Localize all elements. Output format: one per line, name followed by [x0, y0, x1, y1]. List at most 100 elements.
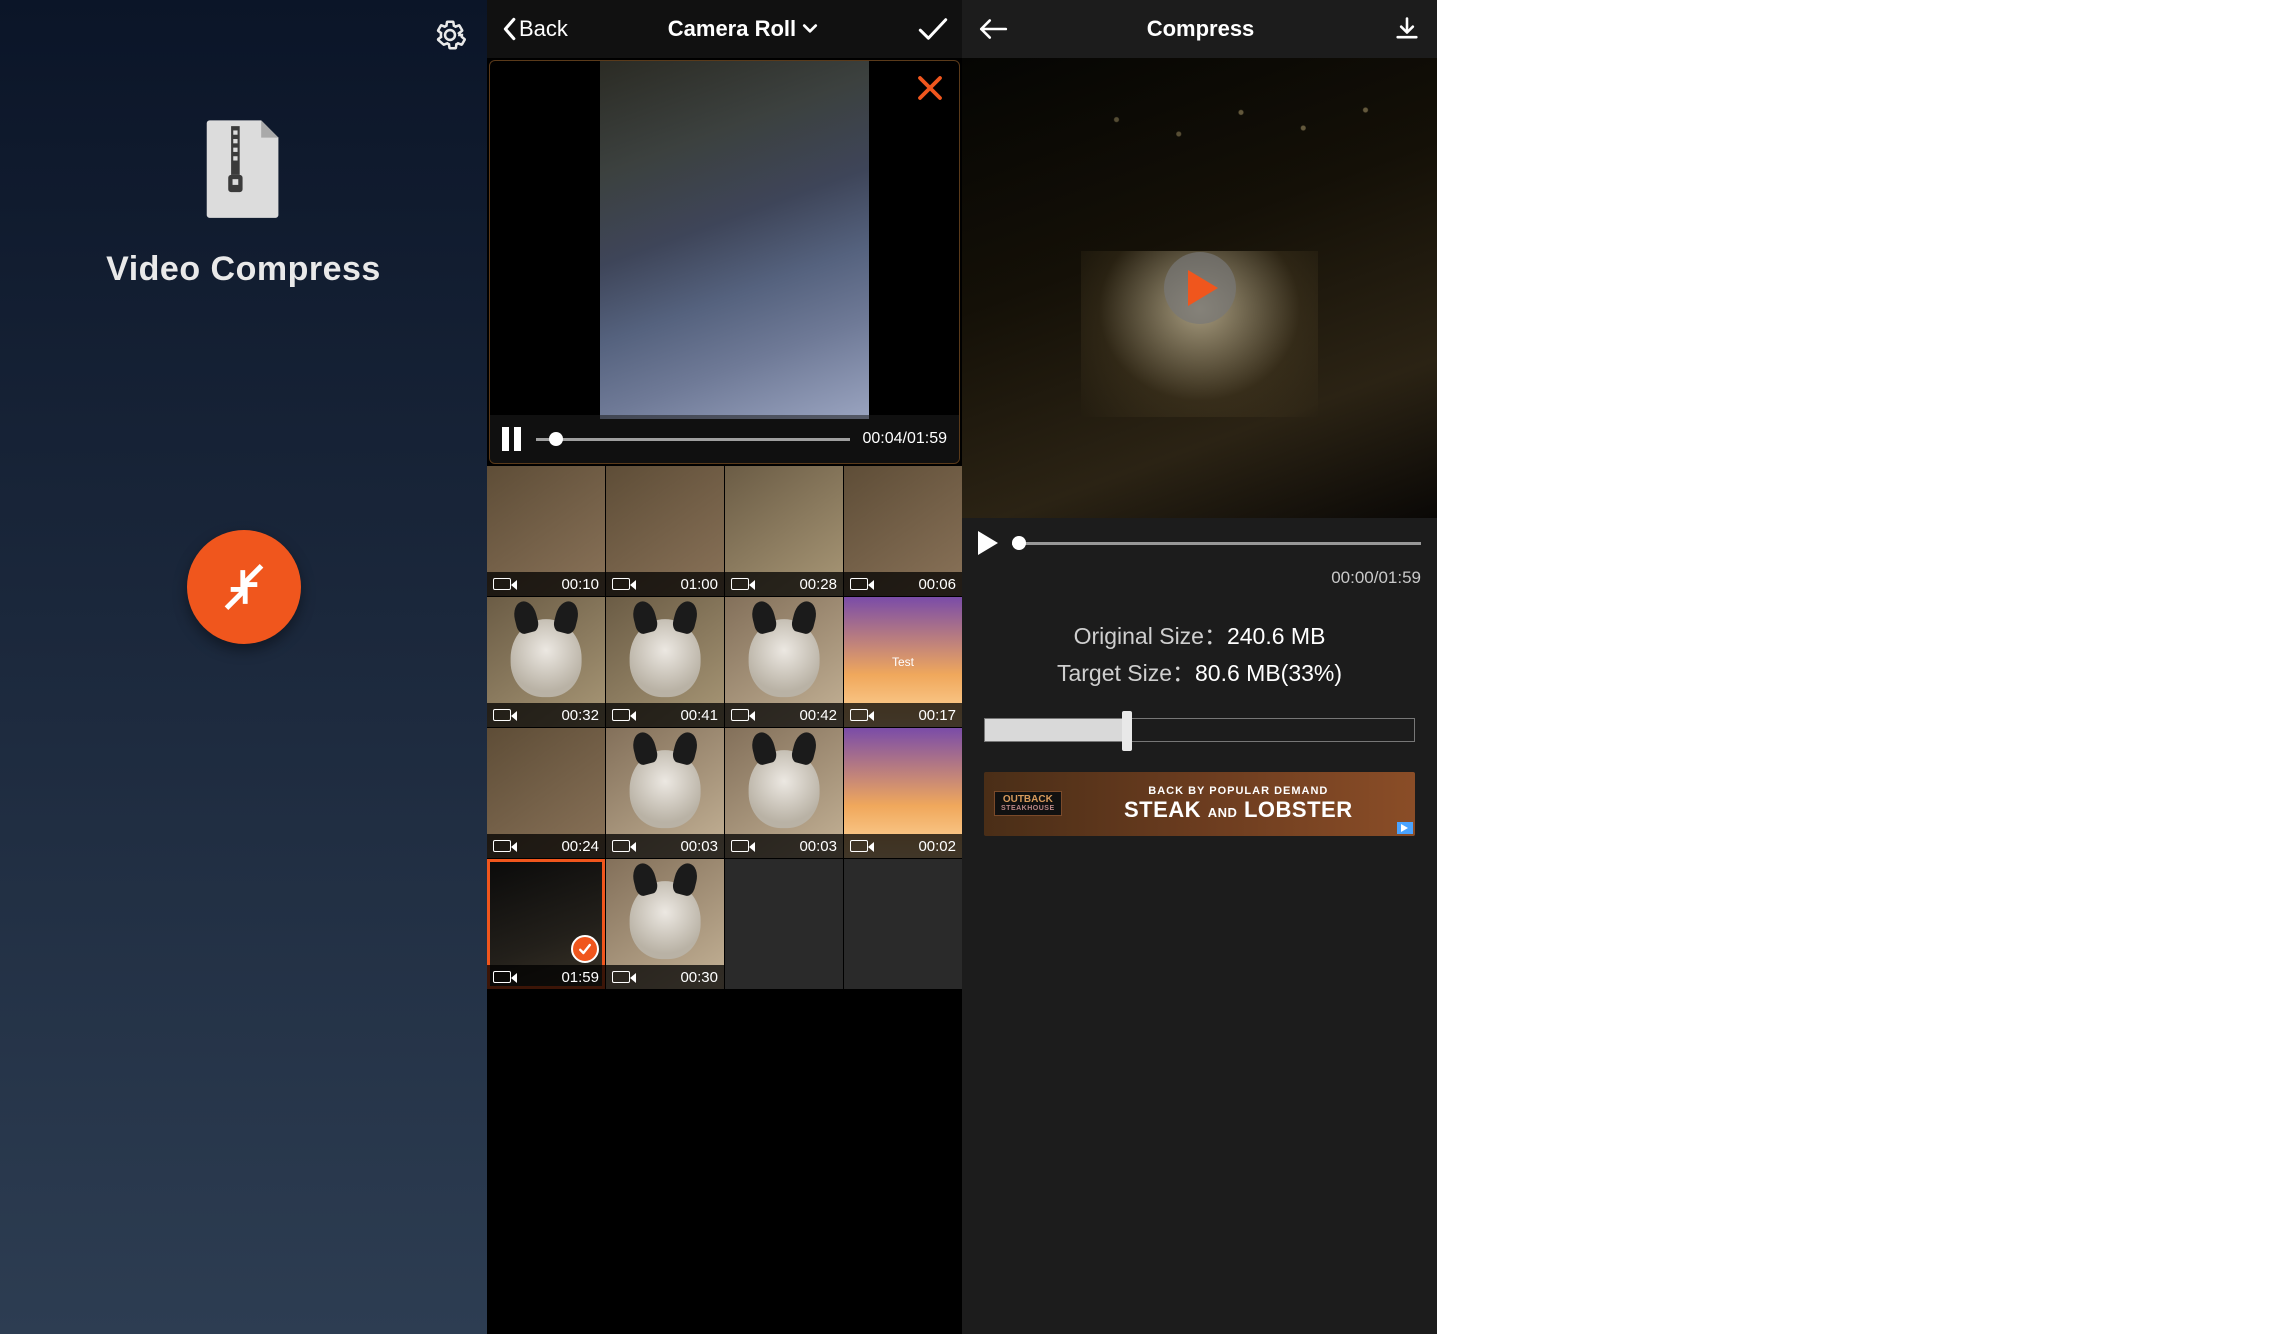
checkmark-icon: [918, 17, 948, 41]
video-thumb[interactable]: 00:02: [844, 728, 962, 858]
compress-arrows-icon: [215, 558, 273, 616]
settings-button[interactable]: [433, 18, 467, 52]
screen-picker: Back Camera Roll 00:04/01:59 00:1001:000…: [487, 0, 962, 1334]
video-thumb[interactable]: 00:06: [844, 466, 962, 596]
original-size-value: 240.6 MB: [1227, 623, 1325, 649]
video-thumb[interactable]: 00:41: [606, 597, 724, 727]
preview-video-frame[interactable]: [600, 61, 869, 419]
compress-button[interactable]: [187, 530, 301, 644]
video-icon: [493, 840, 511, 852]
chevron-down-icon: [802, 23, 818, 35]
x-icon: [915, 73, 945, 103]
scrubber-thumb[interactable]: [549, 432, 563, 446]
video-thumb[interactable]: 00:03: [725, 728, 843, 858]
thumb-info-bar: 00:10: [487, 572, 605, 596]
thumb-info-bar: 00:24: [487, 834, 605, 858]
thumb-duration: 00:28: [799, 576, 837, 593]
play-icon: [1188, 270, 1218, 306]
thumb-info-bar: 00:30: [606, 965, 724, 989]
confirm-button[interactable]: [918, 17, 948, 41]
checkmark-icon: [577, 941, 593, 957]
thumb-info-bar: 00:41: [606, 703, 724, 727]
video-icon: [612, 971, 630, 983]
ad-text: BACK BY POPULAR DEMAND STEAK AND LOBSTER: [1072, 785, 1405, 823]
thumb-duration: 00:03: [799, 838, 837, 855]
video-icon: [731, 709, 749, 721]
quality-slider-wrap: [962, 702, 1437, 742]
video-thumb[interactable]: 01:00: [606, 466, 724, 596]
thumb-info-bar: 00:32: [487, 703, 605, 727]
page-title: Compress: [1147, 16, 1255, 42]
ad-banner[interactable]: OUTBACKSTEAKHOUSE BACK BY POPULAR DEMAND…: [984, 772, 1415, 836]
thumb-info-bar: 01:59: [487, 965, 605, 989]
play-button-small[interactable]: [978, 531, 998, 555]
thumb-duration: 00:32: [561, 707, 599, 724]
video-icon: [850, 709, 868, 721]
album-selector[interactable]: Camera Roll: [668, 16, 818, 42]
picker-header: Back Camera Roll: [487, 0, 962, 58]
video-thumb[interactable]: 00:24: [487, 728, 605, 858]
size-info: Original Size：240.6 MB Target Size：80.6 …: [962, 596, 1437, 702]
compress-controls: [962, 518, 1437, 568]
thumb-duration: 00:17: [918, 707, 956, 724]
thumb-info-bar: 00:02: [844, 834, 962, 858]
back-label: Back: [519, 16, 568, 42]
thumb-duration: 00:06: [918, 576, 956, 593]
video-icon: [850, 840, 868, 852]
quality-slider[interactable]: [984, 718, 1415, 742]
ad-brand-logo: OUTBACKSTEAKHOUSE: [994, 791, 1062, 816]
video-thumb[interactable]: 00:42: [725, 597, 843, 727]
back-button[interactable]: Back: [501, 16, 568, 42]
video-thumb[interactable]: 00:10: [487, 466, 605, 596]
video-thumb[interactable]: Test00:17: [844, 597, 962, 727]
video-thumb[interactable]: 00:28: [725, 466, 843, 596]
thumb-duration: 00:24: [561, 838, 599, 855]
video-icon: [493, 578, 511, 590]
slider-knob[interactable]: [1122, 711, 1132, 751]
thumb-duration: 00:03: [680, 838, 718, 855]
chevron-left-icon: [501, 17, 517, 41]
play-button[interactable]: [1164, 252, 1236, 324]
adchoices-badge[interactable]: [1397, 822, 1413, 834]
gear-icon: [433, 18, 467, 52]
album-title: Camera Roll: [668, 16, 796, 42]
video-thumb-empty: [844, 859, 962, 989]
thumb-info-bar: 00:28: [725, 572, 843, 596]
thumb-info-bar: 00:03: [606, 834, 724, 858]
original-size-label: Original Size：: [1074, 623, 1227, 649]
adchoices-icon: [1400, 823, 1410, 833]
thumb-info-bar: 00:17: [844, 703, 962, 727]
close-preview-button[interactable]: [915, 73, 945, 103]
download-icon: [1393, 15, 1421, 43]
thumb-info-bar: 00:03: [725, 834, 843, 858]
zip-file-icon: [201, 120, 287, 224]
video-grid: 00:10 01:00 00:28 00:06 00:32 00:41 00:42 Test0…: [487, 466, 962, 1334]
screen-home: Video Compress: [0, 0, 487, 1334]
video-thumb[interactable]: 00:30: [606, 859, 724, 989]
video-icon: [612, 840, 630, 852]
video-thumb-empty: [725, 859, 843, 989]
compress-scrubber[interactable]: [1012, 542, 1421, 545]
thumb-duration: 00:02: [918, 838, 956, 855]
preview-pane: 00:04/01:59: [489, 60, 960, 464]
pause-button[interactable]: [502, 427, 524, 451]
video-thumb[interactable]: 01:59: [487, 859, 605, 989]
preview-decor: [992, 98, 1407, 218]
video-thumb[interactable]: 00:32: [487, 597, 605, 727]
thumb-info-bar: 01:00: [606, 572, 724, 596]
screen-compress: Compress 00:00/01:59 Original Size：240.6…: [962, 0, 1437, 1334]
target-size-label: Target Size：: [1057, 660, 1195, 686]
export-button[interactable]: [1393, 15, 1421, 43]
video-thumb[interactable]: 00:03: [606, 728, 724, 858]
compress-time: 00:00/01:59: [962, 568, 1437, 596]
thumb-duration: 00:30: [680, 969, 718, 986]
thumb-duration: 00:42: [799, 707, 837, 724]
video-icon: [612, 578, 630, 590]
scrubber-thumb[interactable]: [1012, 536, 1026, 550]
back-button[interactable]: [978, 17, 1008, 41]
video-icon: [493, 709, 511, 721]
slider-fill: [985, 719, 1127, 741]
app-title: Video Compress: [106, 250, 381, 289]
thumb-duration: 01:00: [680, 576, 718, 593]
preview-scrubber[interactable]: [536, 438, 850, 441]
